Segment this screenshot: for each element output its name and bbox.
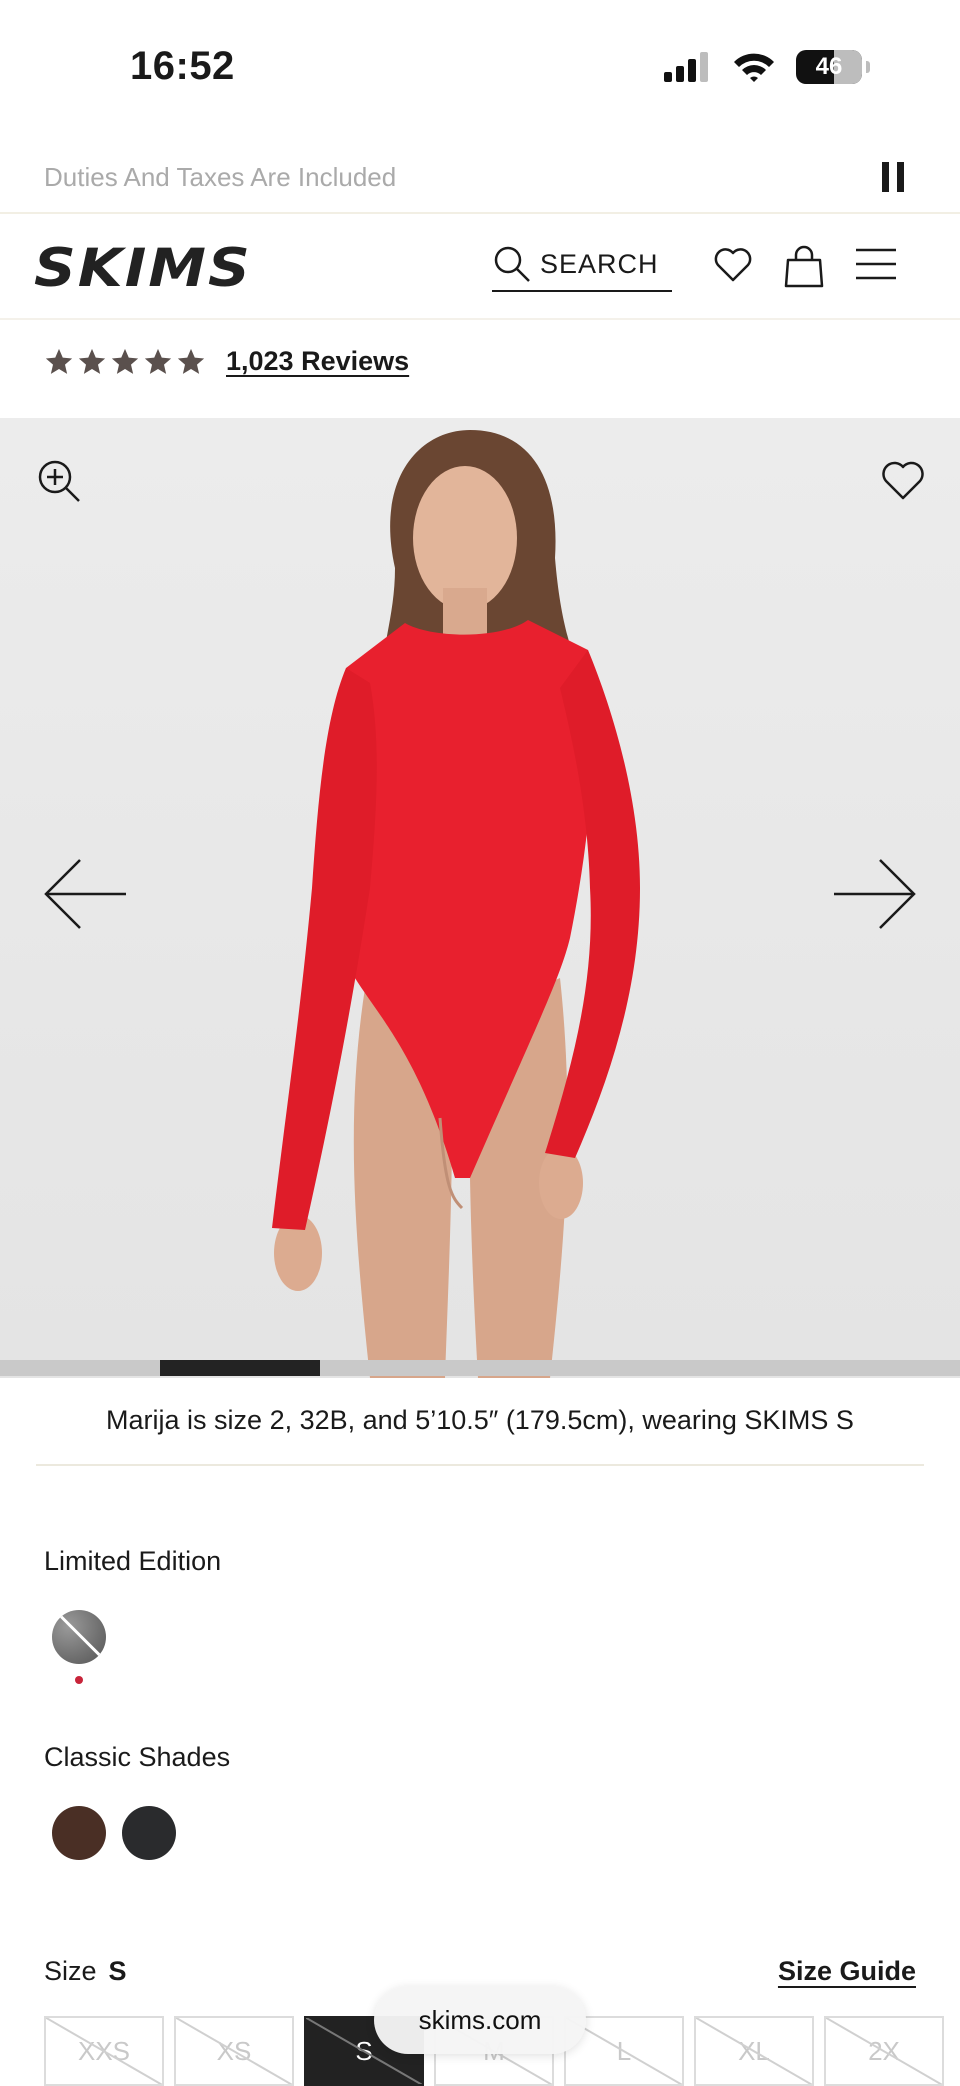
size-label: Size S [44, 1956, 127, 1987]
announcement-text: Duties And Taxes Are Included [44, 162, 397, 192]
zoom-in-icon[interactable] [36, 458, 82, 504]
star-rating [44, 347, 206, 377]
search-button[interactable]: SEARCH [492, 238, 672, 292]
site-header: SKIMS SEARCH [0, 216, 960, 320]
shopping-bag-icon[interactable] [782, 244, 826, 288]
size-option-2x[interactable]: 2X [824, 2016, 944, 2086]
size-guide-link[interactable]: Size Guide [778, 1956, 916, 1987]
color-swatch-cocoa[interactable] [52, 1806, 106, 1860]
size-option-xs[interactable]: XS [174, 2016, 294, 2086]
star-icon [111, 348, 139, 374]
color-swatch-onyx[interactable] [122, 1806, 176, 1860]
size-header: Size S Size Guide [44, 1956, 916, 1987]
gallery-progress-indicator [160, 1360, 320, 1376]
star-icon [45, 348, 73, 374]
limited-edition-swatch[interactable] [52, 1610, 106, 1664]
reviews-summary: 1,023 Reviews [44, 346, 409, 377]
classic-shades-label: Classic Shades [44, 1742, 231, 1772]
limited-edition-label: Limited Edition [44, 1546, 222, 1576]
wifi-icon [734, 53, 774, 82]
star-icon [78, 348, 106, 374]
status-time: 16:52 [130, 44, 235, 88]
search-label: SEARCH [540, 248, 659, 279]
size-option-xxs[interactable]: XXS [44, 2016, 164, 2086]
announcement-bar: Duties And Taxes Are Included [0, 140, 960, 214]
star-icon [144, 348, 172, 374]
selected-indicator-dot [75, 1676, 83, 1684]
gallery-progress-bar [0, 1360, 960, 1376]
search-icon [494, 246, 530, 282]
model-size-info: Marija is size 2, 32B, and 5’10.5″ (179.… [36, 1376, 924, 1466]
product-photo [272, 430, 640, 1378]
reviews-link[interactable]: 1,023 Reviews [226, 346, 409, 377]
selected-size-value: S [108, 1956, 127, 1986]
menu-icon[interactable] [854, 244, 898, 284]
product-image-gallery[interactable] [0, 418, 960, 1378]
battery-nub [866, 61, 870, 73]
status-icons: 46 [664, 50, 870, 84]
cellular-signal-icon [664, 52, 708, 82]
wishlist-heart-icon[interactable] [712, 244, 754, 286]
star-icon [177, 348, 205, 374]
size-option-xl[interactable]: XL [694, 2016, 814, 2086]
battery-icon: 46 [796, 50, 862, 84]
battery-level: 46 [815, 53, 843, 80]
next-image-arrow-icon[interactable] [832, 858, 918, 930]
skims-logo[interactable]: SKIMS [34, 237, 252, 298]
previous-image-arrow-icon[interactable] [42, 858, 128, 930]
pause-icon[interactable] [882, 162, 904, 192]
size-label-text: Size [44, 1956, 97, 1986]
status-bar: 16:52 46 [0, 0, 960, 140]
add-to-wishlist-icon[interactable] [880, 458, 926, 502]
browser-url-pill[interactable]: skims.com [374, 1986, 586, 2054]
